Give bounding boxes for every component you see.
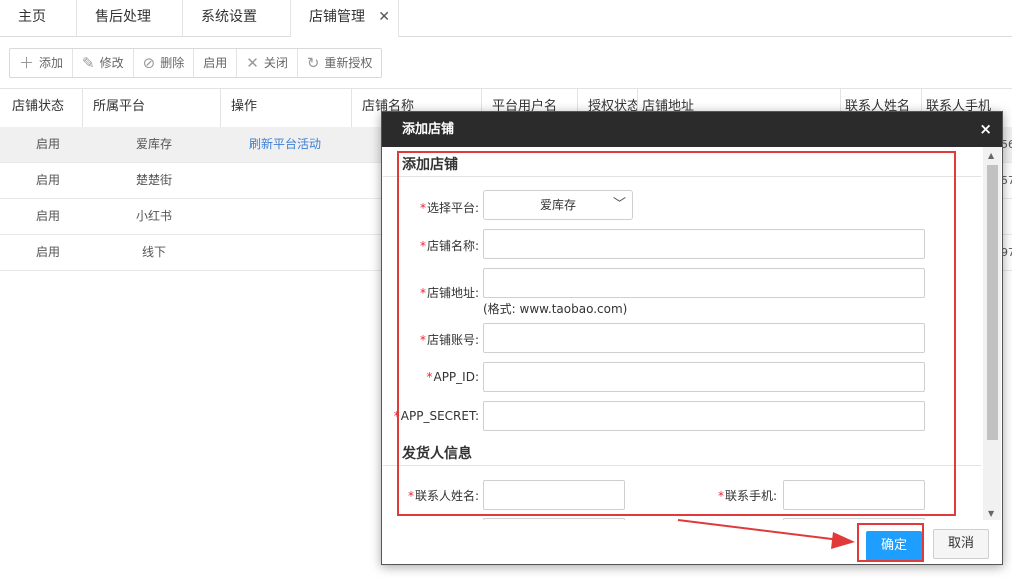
label-text: APP_ID: (433, 370, 479, 384)
reauthorize-label: 重新授权 (324, 56, 373, 70)
scroll-thumb[interactable] (987, 165, 998, 440)
field-label-store-account: *店铺账号: (402, 331, 479, 348)
store-url-format-hint: (格式: www.taobao.com) (483, 302, 628, 316)
tab-label: 售后处理 (95, 9, 151, 25)
store-url-input[interactable] (483, 268, 925, 298)
field-label-app-secret: *APP_SECRET: (386, 409, 479, 423)
refresh-activity-link[interactable]: 刷新平台活动 (221, 127, 349, 163)
toolbar: ＋ 添加 ✎ 修改 ⊘ 删除 启用 ✕ 关闭 ↻ 重新授权 (9, 48, 383, 78)
plus-icon: ＋ (19, 54, 35, 72)
close-label: 关闭 (263, 56, 288, 70)
field-label-app-id: *APP_ID: (402, 370, 479, 384)
ban-icon: ⊘ (142, 54, 156, 72)
cancel-button[interactable]: 取消 (933, 529, 989, 559)
cell-platform: 楚楚街 (135, 173, 172, 187)
dialog-title: 添加店铺 (402, 122, 455, 137)
required-mark: * (393, 409, 400, 423)
tab-system-settings[interactable]: 系统设置 (183, 0, 291, 36)
edit-button[interactable]: ✎ 修改 (73, 49, 134, 77)
close-icon[interactable]: ✕ (378, 0, 390, 34)
label-text: 联系人姓名: (414, 489, 479, 503)
field-label-store-url: *店铺地址: (402, 284, 479, 301)
cell-status: 启用 (35, 173, 60, 187)
tab-label: 店铺管理 (309, 9, 365, 25)
cell-status: 启用 (35, 209, 60, 223)
tab-store-management[interactable]: 店铺管理 ✕ (291, 0, 399, 37)
add-store-dialog: 添加店铺 × 添加店铺 *选择平台: 爱库存 ﹀ *店铺名称: *店铺地址: (… (381, 111, 1003, 565)
platform-select[interactable]: 爱库存 ﹀ (483, 190, 633, 220)
column-header-platform[interactable]: 所属平台 (83, 89, 221, 127)
tab-after-sales[interactable]: 售后处理 (77, 0, 183, 36)
add-label: 添加 (39, 56, 64, 70)
cell-platform: 爱库存 (135, 137, 172, 151)
enable-label: 启用 (203, 56, 228, 70)
add-button[interactable]: ＋ 添加 (10, 49, 74, 77)
next-row-input[interactable] (783, 518, 925, 520)
edit-label: 修改 (99, 56, 124, 70)
divider (383, 465, 981, 466)
section-title-store: 添加店铺 (402, 157, 458, 173)
required-mark: * (419, 239, 426, 253)
column-header-action[interactable]: 操作 (221, 89, 352, 127)
close-icon[interactable]: × (979, 112, 992, 147)
platform-select-value: 爱库存 (539, 198, 576, 212)
section-title-sender: 发货人信息 (402, 446, 472, 462)
tab-bar: 主页 售后处理 系统设置 店铺管理 ✕ (0, 0, 1012, 37)
refresh-icon: ↻ (306, 54, 320, 72)
field-label-platform: *选择平台: (402, 199, 479, 216)
enable-button[interactable]: 启用 (194, 49, 238, 77)
store-account-input[interactable] (483, 323, 925, 353)
confirm-button[interactable]: 确定 (866, 531, 922, 561)
cell-platform: 小红书 (135, 209, 172, 223)
field-label-store-name: *店铺名称: (402, 237, 479, 254)
delete-label: 删除 (160, 56, 185, 70)
scroll-up-icon[interactable]: ▲ (988, 151, 994, 160)
reauthorize-button[interactable]: ↻ 重新授权 (298, 49, 382, 77)
required-mark: * (717, 489, 724, 503)
field-label-contact-phone: *联系手机: (692, 487, 777, 504)
field-label-contact-name: *联系人姓名: (392, 487, 479, 504)
column-header-status[interactable]: 店铺状态 (0, 89, 83, 127)
edit-icon: ✎ (82, 54, 95, 72)
label-text: 店铺地址: (426, 286, 479, 300)
required-mark: * (426, 370, 433, 384)
tab-label: 系统设置 (201, 9, 257, 25)
delete-button[interactable]: ⊘ 删除 (134, 49, 195, 77)
required-mark: * (407, 489, 414, 503)
tab-home[interactable]: 主页 (0, 0, 77, 36)
contact-phone-input[interactable] (783, 480, 925, 510)
label-text: 店铺名称: (426, 239, 479, 253)
required-mark: * (419, 286, 426, 300)
dialog-body[interactable]: 添加店铺 *选择平台: 爱库存 ﹀ *店铺名称: *店铺地址: (格式: www… (382, 147, 982, 520)
tab-label: 主页 (18, 9, 46, 25)
app-id-input[interactable] (483, 362, 925, 392)
label-text: 选择平台: (426, 201, 479, 215)
required-mark: * (419, 333, 426, 347)
divider (383, 176, 981, 177)
chevron-down-icon: ﹀ (612, 197, 626, 212)
store-name-input[interactable] (483, 229, 925, 259)
contact-name-input[interactable] (483, 480, 625, 510)
cell-status: 启用 (35, 137, 60, 151)
cell-platform: 线下 (141, 245, 166, 259)
cell-status: 启用 (35, 245, 60, 259)
required-mark: * (419, 201, 426, 215)
label-text: 店铺账号: (426, 333, 479, 347)
close-button[interactable]: ✕ 关闭 (237, 49, 298, 77)
label-text: 联系手机: (724, 489, 777, 503)
label-text: APP_SECRET: (400, 409, 479, 423)
next-row-input[interactable] (483, 518, 625, 520)
x-icon: ✕ (246, 54, 259, 72)
dialog-scrollbar[interactable]: ▲ ▼ (983, 147, 1001, 520)
dialog-header: 添加店铺 × (382, 112, 1002, 147)
scroll-down-icon[interactable]: ▼ (988, 509, 994, 518)
app-secret-input[interactable] (483, 401, 925, 431)
